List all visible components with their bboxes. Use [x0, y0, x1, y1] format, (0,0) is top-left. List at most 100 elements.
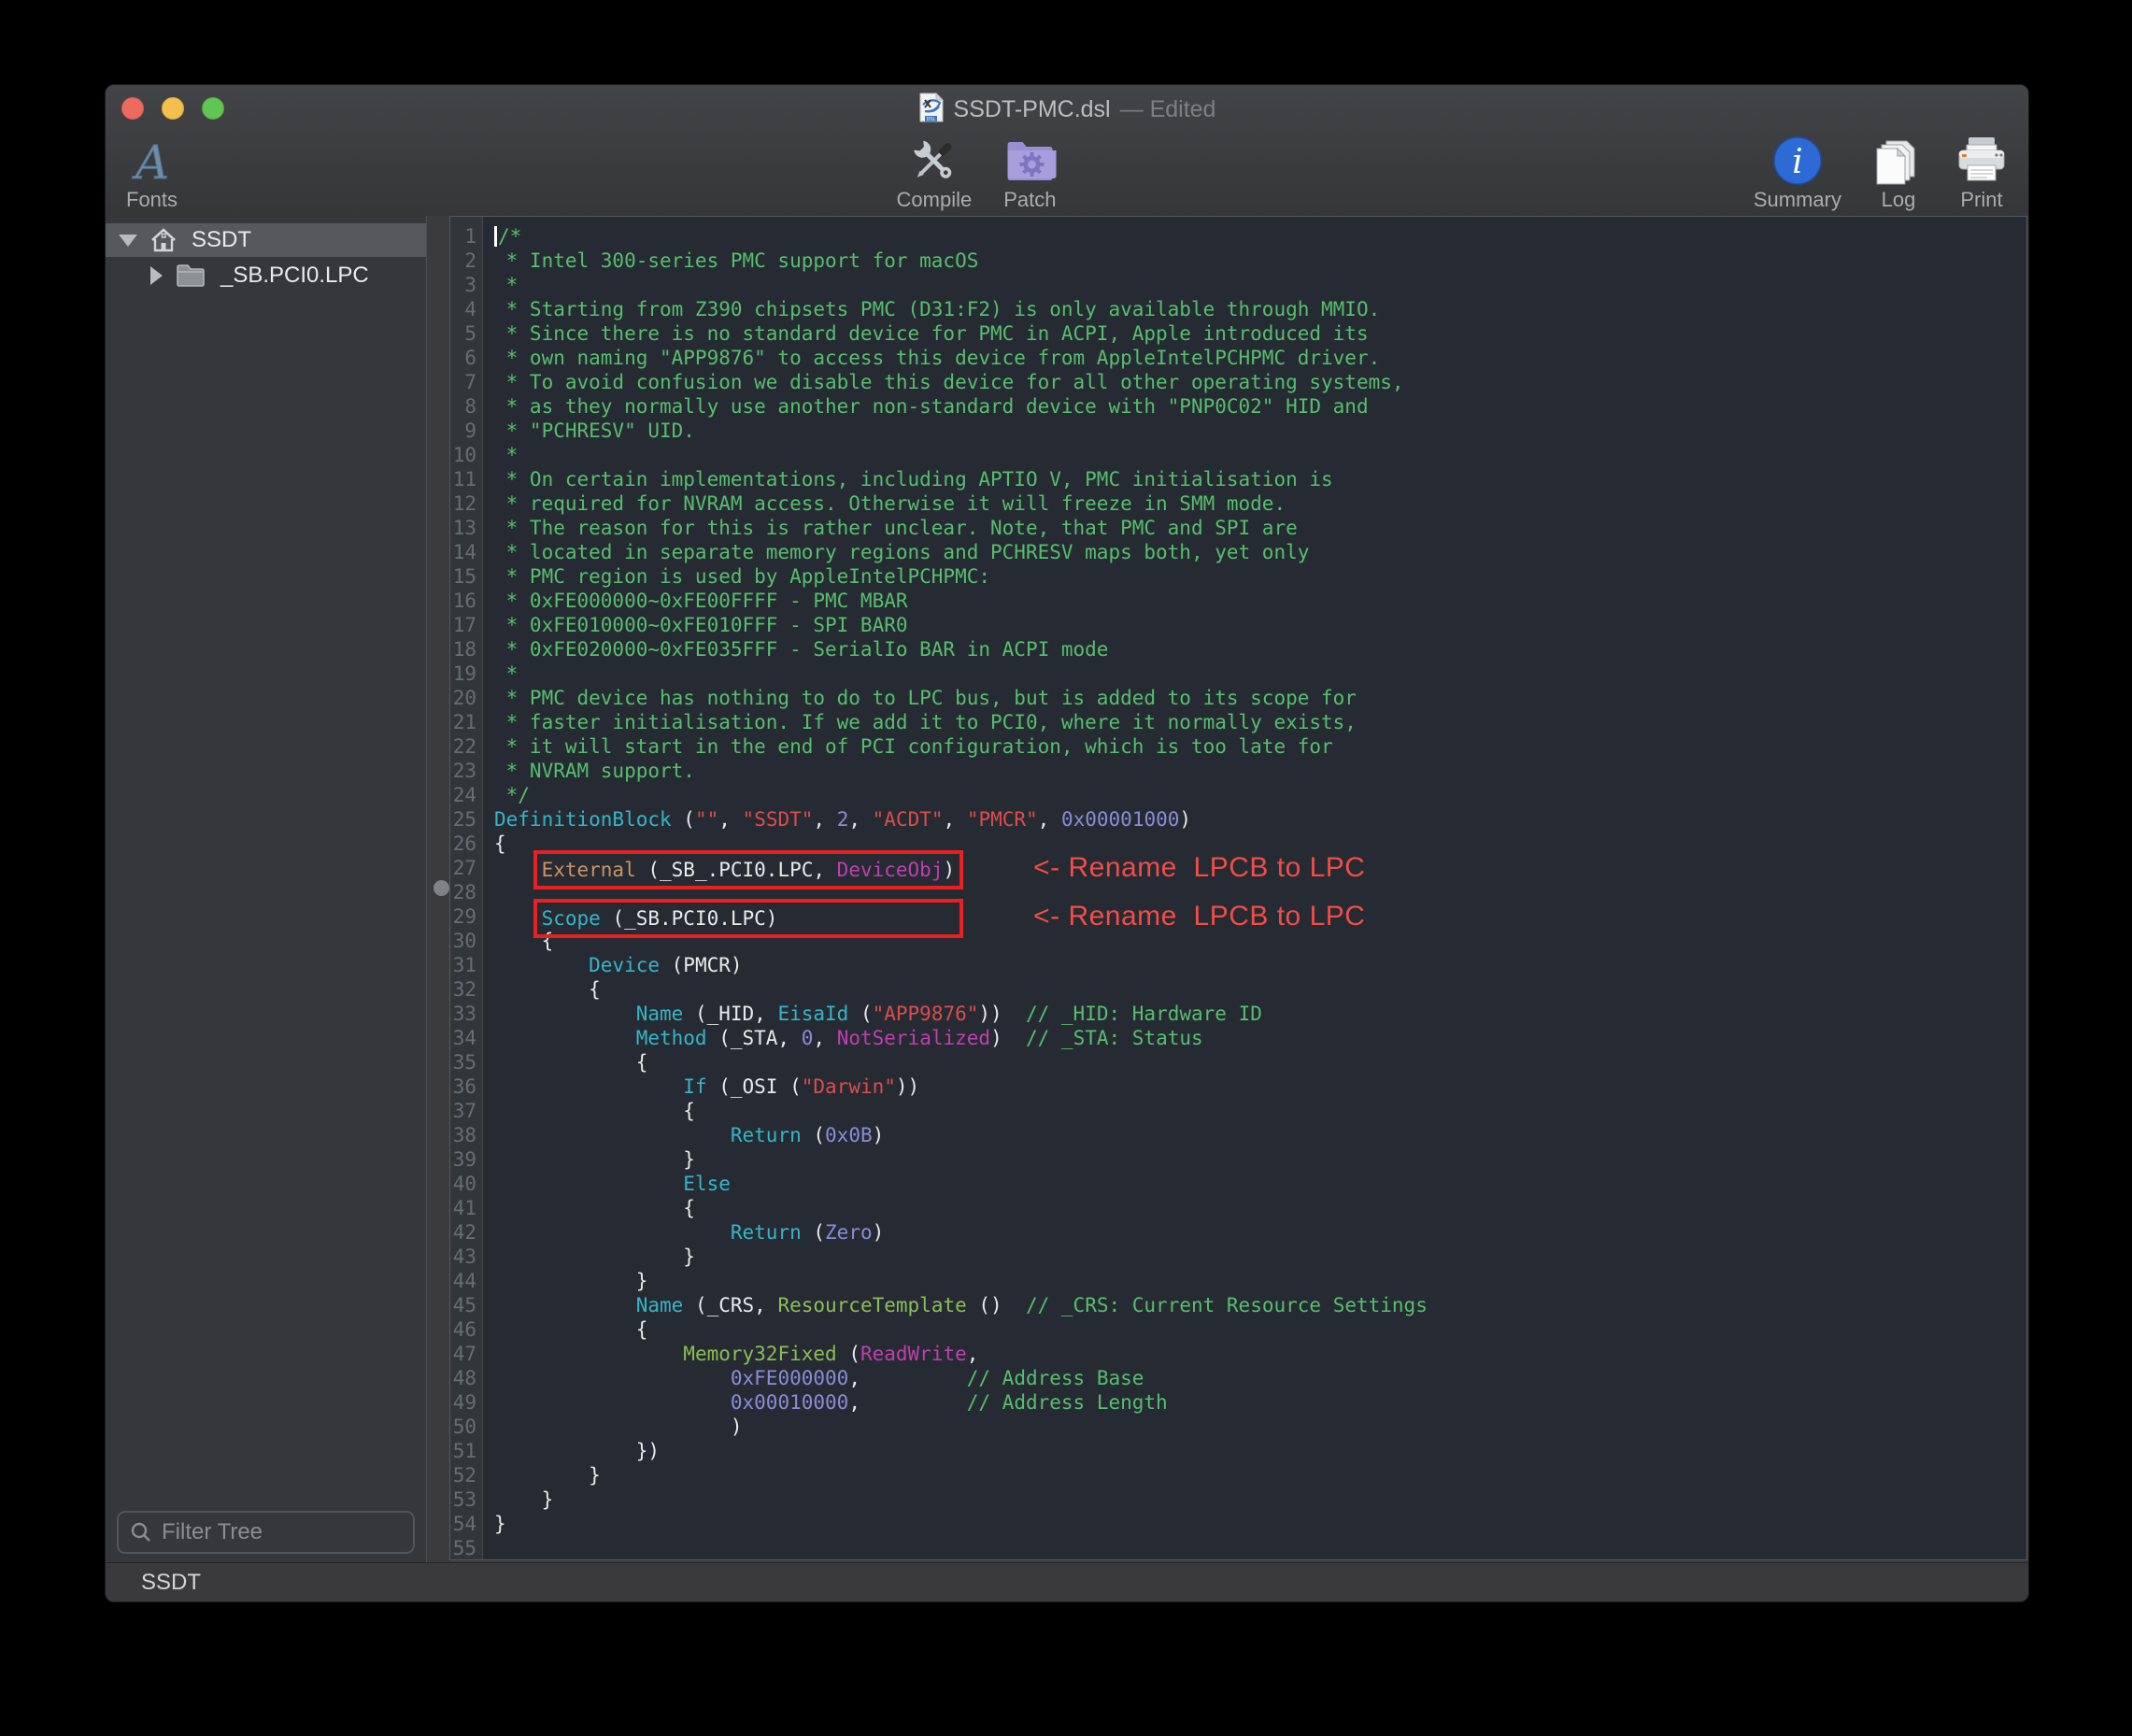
- code-line[interactable]: Name (_CRS, ResourceTemplate () // _CRS:…: [494, 1293, 2026, 1317]
- line-number: 21: [450, 710, 482, 734]
- line-number: 9: [450, 419, 482, 443]
- rename-annotation: <- Rename LPCB to LPC: [1033, 901, 1365, 932]
- rename-annotation: <- Rename LPCB to LPC: [1033, 852, 1365, 883]
- line-number: 26: [450, 832, 482, 856]
- fonts-icon: A: [128, 134, 177, 186]
- code-line[interactable]: * Starting from Z390 chipsets PMC (D31:F…: [494, 297, 2026, 321]
- code-line[interactable]: * it will start in the end of PCI config…: [494, 734, 2026, 759]
- code-line[interactable]: Return (Zero): [494, 1220, 2026, 1245]
- line-number: 38: [450, 1123, 482, 1147]
- code-line[interactable]: }: [494, 1269, 2026, 1293]
- sidebar-item-label: _SB.PCI0.LPC: [220, 263, 369, 289]
- print-icon: [1955, 134, 2008, 186]
- code-line[interactable]: * NVRAM support.: [494, 759, 2026, 783]
- line-number: 40: [450, 1172, 482, 1196]
- highlight-box: Scope (_SB.PCI0.LPC): [542, 907, 956, 930]
- line-number: 48: [450, 1366, 482, 1390]
- code-line[interactable]: 0x00010000, // Address Length: [494, 1390, 2026, 1415]
- code-line[interactable]: * 0xFE010000~0xFE010FFF - SPI BAR0: [494, 613, 2026, 637]
- code-line[interactable]: * Since there is no standard device for …: [494, 321, 2026, 346]
- code-line[interactable]: *: [494, 273, 2026, 297]
- code-line[interactable]: Scope (_SB.PCI0.LPC) <- Rename LPCB to L…: [494, 904, 2026, 929]
- line-number: 13: [450, 516, 482, 540]
- log-icon: [1873, 134, 1924, 186]
- code-line[interactable]: * "PCHRESV" UID.: [494, 419, 2026, 443]
- line-number: 49: [450, 1390, 482, 1415]
- line-number: 20: [450, 686, 482, 710]
- code-line[interactable]: /*: [494, 224, 2026, 249]
- code-line[interactable]: {: [494, 1050, 2026, 1074]
- code-line[interactable]: * 0xFE020000~0xFE035FFF - SerialIo BAR i…: [494, 637, 2026, 662]
- svg-text:A: A: [131, 137, 168, 186]
- code-line[interactable]: Return (0x0B): [494, 1123, 2026, 1147]
- code-line[interactable]: }: [494, 1487, 2026, 1512]
- code-line[interactable]: * On certain implementations, including …: [494, 467, 2026, 491]
- code-line[interactable]: Method (_STA, 0, NotSerialized) // _STA:…: [494, 1026, 2026, 1050]
- code-line[interactable]: }: [494, 1463, 2026, 1487]
- code-line[interactable]: *: [494, 662, 2026, 686]
- code-line[interactable]: * The reason for this is rather unclear.…: [494, 516, 2026, 540]
- code-area[interactable]: /* * Intel 300-series PMC support for ma…: [483, 217, 2026, 1559]
- line-number: 36: [450, 1074, 482, 1099]
- svg-text:i: i: [1792, 143, 1803, 181]
- code-line[interactable]: }: [494, 1512, 2026, 1536]
- code-line[interactable]: }: [494, 1147, 2026, 1172]
- line-number: 12: [450, 491, 482, 516]
- code-line[interactable]: }): [494, 1439, 2026, 1463]
- line-number: 10: [450, 443, 482, 467]
- fonts-button[interactable]: A Fonts: [126, 134, 178, 210]
- code-line[interactable]: * faster initialisation. If we add it to…: [494, 710, 2026, 734]
- sidebar-item-sb-pci0-lpc[interactable]: _SB.PCI0.LPC: [106, 257, 426, 294]
- splitter-handle[interactable]: [434, 880, 449, 896]
- code-line[interactable]: * To avoid confusion we disable this dev…: [494, 370, 2026, 394]
- code-line[interactable]: Name (_HID, EisaId ("APP9876")) // _HID:…: [494, 1002, 2026, 1026]
- print-button[interactable]: Print: [1955, 134, 2008, 210]
- line-number: 14: [450, 540, 482, 564]
- code-line[interactable]: * as they normally use another non-stand…: [494, 394, 2026, 419]
- line-number: 3: [450, 273, 482, 297]
- code-line[interactable]: DefinitionBlock ("", "SSDT", 2, "ACDT", …: [494, 807, 2026, 832]
- code-line[interactable]: * PMC region is used by AppleIntelPCHPMC…: [494, 564, 2026, 589]
- sidebar-item-ssdt[interactable]: SSDT: [106, 223, 426, 257]
- code-line[interactable]: *: [494, 443, 2026, 467]
- code-line[interactable]: * own naming "APP9876" to access this de…: [494, 346, 2026, 370]
- line-number: 23: [450, 759, 482, 783]
- disclosure-open-icon[interactable]: [119, 235, 137, 247]
- code-line[interactable]: {: [494, 1196, 2026, 1220]
- code-line[interactable]: {: [494, 1317, 2026, 1342]
- info-icon: i: [1772, 134, 1823, 186]
- code-line[interactable]: [494, 1536, 2026, 1559]
- line-number: 5: [450, 321, 482, 346]
- line-number: 33: [450, 1002, 482, 1026]
- code-line[interactable]: ): [494, 1415, 2026, 1439]
- code-line[interactable]: Else: [494, 1172, 2026, 1196]
- code-line[interactable]: Memory32Fixed (ReadWrite,: [494, 1342, 2026, 1366]
- code-line[interactable]: {: [494, 977, 2026, 1002]
- code-line[interactable]: {: [494, 1099, 2026, 1123]
- window-title: DSL SSDT-PMC.dsl — Edited: [106, 92, 2028, 127]
- text-cursor: [494, 226, 497, 247]
- summary-button[interactable]: i Summary: [1754, 134, 1841, 210]
- filter-tree-input[interactable]: Filter Tree: [117, 1511, 415, 1554]
- highlight-box: External (_SB_.PCI0.LPC, DeviceObj): [542, 859, 956, 881]
- line-number: 47: [450, 1342, 482, 1366]
- code-line[interactable]: * 0xFE000000~0xFE00FFFF - PMC MBAR: [494, 589, 2026, 613]
- code-line[interactable]: If (_OSI ("Darwin")): [494, 1074, 2026, 1099]
- code-line[interactable]: External (_SB_.PCI0.LPC, DeviceObj)<- Re…: [494, 856, 2026, 880]
- line-number: 30: [450, 929, 482, 953]
- compile-button[interactable]: Compile: [897, 134, 973, 210]
- folder-icon: [176, 263, 206, 288]
- code-line[interactable]: 0xFE000000, // Address Base: [494, 1366, 2026, 1390]
- code-line[interactable]: * required for NVRAM access. Otherwise i…: [494, 491, 2026, 516]
- disclosure-closed-icon[interactable]: [150, 266, 163, 285]
- code-line[interactable]: }: [494, 1245, 2026, 1269]
- code-line[interactable]: Device (PMCR): [494, 953, 2026, 977]
- code-line[interactable]: * located in separate memory regions and…: [494, 540, 2026, 564]
- patch-button[interactable]: Patch: [1003, 134, 1056, 210]
- code-line[interactable]: */: [494, 783, 2026, 807]
- code-line[interactable]: {: [494, 929, 2026, 953]
- line-number: 6: [450, 346, 482, 370]
- log-button[interactable]: Log: [1873, 134, 1924, 210]
- code-line[interactable]: * PMC device has nothing to do to LPC bu…: [494, 686, 2026, 710]
- code-line[interactable]: * Intel 300-series PMC support for macOS: [494, 249, 2026, 273]
